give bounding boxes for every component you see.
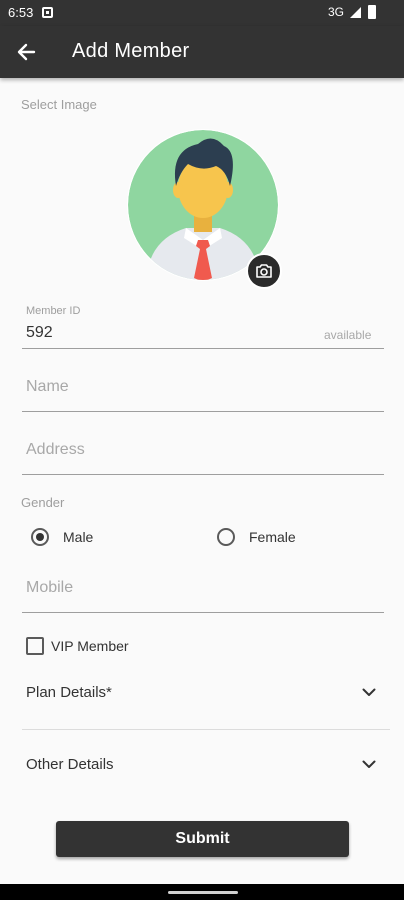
name-field[interactable]: Name [26, 378, 69, 396]
gender-male-label[interactable]: Male [63, 529, 93, 545]
gender-female-label[interactable]: Female [249, 529, 296, 545]
submit-button[interactable]: Submit [56, 821, 349, 857]
chevron-down-icon [362, 760, 376, 768]
plan-details-title: Plan Details* [26, 684, 112, 701]
vip-member-checkbox[interactable] [26, 637, 44, 655]
member-id-underline [22, 348, 384, 349]
home-handle[interactable] [168, 891, 238, 894]
battery-icon [368, 5, 376, 19]
status-bar: 6:53 3G [0, 0, 404, 26]
gender-female-radio[interactable] [217, 528, 235, 546]
network-type: 3G [328, 5, 345, 19]
app-bar: Add Member [0, 26, 404, 78]
navigation-bar [0, 884, 404, 900]
address-underline [22, 474, 384, 475]
arrow-left-icon[interactable] [12, 38, 42, 66]
mobile-underline [22, 612, 384, 613]
plan-details-expander[interactable]: Plan Details* [22, 672, 384, 716]
gender-male-radio[interactable] [31, 528, 49, 546]
other-details-title: Other Details [26, 756, 114, 773]
notification-icon [42, 7, 53, 18]
divider [22, 729, 390, 730]
camera-icon [256, 264, 272, 278]
member-id-status: available [324, 328, 372, 342]
gender-label: Gender [21, 495, 65, 510]
signal-icon [350, 7, 361, 18]
name-underline [22, 411, 384, 412]
member-id-label: Member ID [26, 305, 81, 317]
other-details-expander[interactable]: Other Details [22, 744, 384, 788]
member-id-field[interactable]: 592 [26, 324, 53, 342]
mobile-field[interactable]: Mobile [26, 579, 73, 597]
vip-member-label[interactable]: VIP Member [51, 638, 129, 654]
address-field[interactable]: Address [26, 441, 85, 459]
page-title: Add Member [72, 40, 190, 62]
status-time: 6:53 [8, 5, 34, 20]
camera-button[interactable] [246, 253, 282, 289]
chevron-down-icon [362, 688, 376, 696]
select-image-label: Select Image [21, 97, 97, 112]
